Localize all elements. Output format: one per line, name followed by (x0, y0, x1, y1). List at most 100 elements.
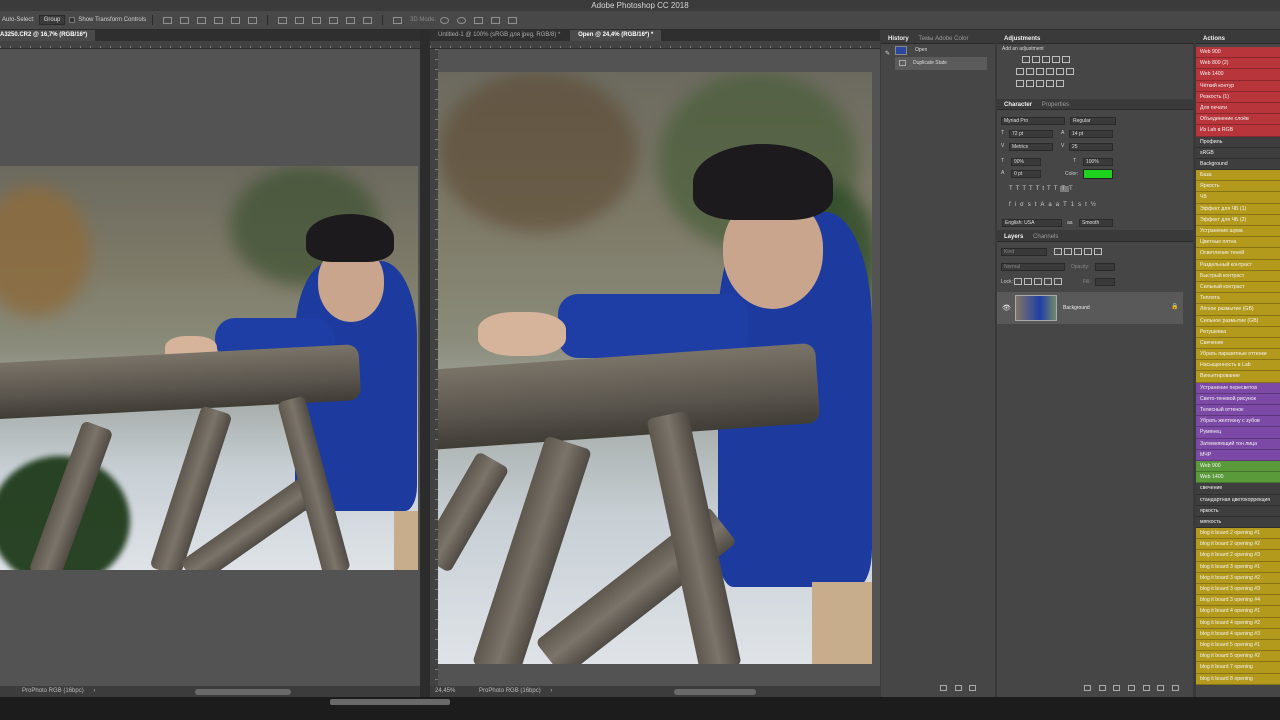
adjustments-title[interactable]: Adjustments (1000, 34, 1044, 43)
new-layer-icon[interactable] (1157, 685, 1165, 691)
action-item[interactable]: Web 1400 (1196, 472, 1280, 484)
tab-untitled[interactable]: Untitled-1 @ 100% (sRGB для jpeg, RGB/8)… (430, 30, 568, 41)
blend-mode-dropdown[interactable]: Normal (1001, 263, 1065, 271)
action-item[interactable]: blog it board 3 opening #1 (1196, 561, 1280, 573)
ligatures-icon[interactable]: fi (1009, 202, 1020, 208)
eye-icon[interactable]: 👁 (1002, 304, 1011, 312)
align-vcenter-icon[interactable] (180, 16, 190, 24)
action-item[interactable]: blog it board 2 opening #1 (1196, 528, 1280, 540)
action-item[interactable]: blog it board 4 opening #1 (1196, 606, 1280, 618)
distribute-right-icon[interactable] (363, 16, 373, 24)
action-item[interactable]: Эффект для ЧБ (1) (1196, 203, 1280, 215)
font-style-dropdown[interactable]: Regular (1070, 117, 1116, 125)
add-mask-icon[interactable] (1113, 685, 1121, 691)
gradient-map-icon[interactable] (1046, 80, 1054, 87)
3d-scale-icon[interactable] (508, 16, 518, 24)
action-item[interactable]: blog it board 4 opening #2 (1196, 617, 1280, 629)
levels-icon[interactable] (1032, 56, 1040, 63)
bottom-scroll-track[interactable] (330, 699, 450, 705)
show-transform-checkbox[interactable] (69, 17, 76, 23)
action-item[interactable]: blog it board 7 opening (1196, 662, 1280, 674)
align-right-icon[interactable] (248, 16, 258, 24)
tab-properties[interactable]: Properties (1038, 100, 1073, 109)
align-hcenter-icon[interactable] (231, 16, 241, 24)
vertical-scale-field[interactable]: 90% (1011, 158, 1041, 166)
right-status-zoom[interactable]: 24,45% (435, 688, 455, 694)
titling-alternates-icon[interactable]: T (1063, 202, 1071, 208)
action-item[interactable]: Раздельный контраст (1196, 259, 1280, 271)
3d-pan-icon[interactable] (474, 16, 484, 24)
vibrance-icon[interactable] (1062, 56, 1070, 63)
black-white-icon[interactable] (1036, 68, 1044, 75)
trash-icon[interactable] (969, 685, 977, 691)
font-size-field[interactable]: 72 pt (1009, 130, 1053, 138)
lock-position-icon[interactable] (1034, 278, 1042, 285)
filter-adjustment-icon[interactable] (1064, 248, 1072, 255)
all-caps-icon[interactable]: TT (1022, 186, 1035, 192)
action-item[interactable]: Теплота (1196, 293, 1280, 305)
contextual-alternates-icon[interactable]: σ (1020, 202, 1028, 208)
action-item[interactable]: Затемняющий тон лица (1196, 438, 1280, 450)
action-item[interactable]: blog it board 2 opening #3 (1196, 550, 1280, 562)
3d-slide-icon[interactable] (491, 16, 501, 24)
tracking-field[interactable]: 25 (1069, 143, 1113, 151)
tab-open[interactable]: Open @ 24,4% (RGB/16*) * (570, 30, 662, 41)
filter-pixel-icon[interactable] (1054, 248, 1062, 255)
fill-field[interactable] (1095, 278, 1115, 286)
history-item[interactable]: Duplicate State (895, 57, 987, 70)
action-item[interactable]: blog it board 5 opening #2 (1196, 651, 1280, 663)
3d-roll-icon[interactable] (457, 16, 467, 24)
ordinals-icon[interactable]: 1st (1071, 202, 1091, 208)
action-item[interactable]: blog it board 2 opening #2 (1196, 539, 1280, 551)
fractions-icon[interactable]: ½ (1091, 202, 1100, 208)
lock-image-icon[interactable] (1024, 278, 1032, 285)
exposure-icon[interactable] (1052, 56, 1060, 63)
small-caps-icon[interactable]: Tt (1036, 186, 1047, 192)
camera-icon[interactable] (954, 685, 962, 691)
left-h-scrollbar[interactable] (195, 689, 291, 695)
action-item[interactable]: blog it board 3 opening #3 (1196, 584, 1280, 596)
action-item[interactable]: blog it board 4 opening #3 (1196, 628, 1280, 640)
language-dropdown[interactable]: English: USA (1002, 219, 1062, 227)
channel-mixer-icon[interactable] (1056, 68, 1064, 75)
strikethrough-icon[interactable]: T (1069, 186, 1076, 192)
action-item[interactable]: blog it board 3 opening #4 (1196, 595, 1280, 607)
action-item[interactable]: Объединение слоёв (1196, 114, 1280, 126)
action-item[interactable]: свечение (1196, 483, 1280, 495)
action-item[interactable]: Профиль (1196, 136, 1280, 148)
stylistic-alternates-icon[interactable]: aa (1048, 202, 1063, 208)
action-item[interactable]: стандартная цветокоррекция (1196, 494, 1280, 506)
action-item[interactable]: мягкость (1196, 516, 1280, 529)
opacity-field[interactable] (1095, 263, 1115, 271)
action-item[interactable]: blog it board 8 opening (1196, 673, 1280, 685)
tab-channels[interactable]: Channels (1029, 232, 1062, 241)
auto-align-icon[interactable] (393, 16, 403, 24)
3d-rotate-icon[interactable] (440, 16, 450, 24)
action-item[interactable]: Для печати (1196, 102, 1280, 115)
tab-adobe-color-themes[interactable]: Темы Adobe Color (914, 34, 972, 43)
underline-icon[interactable]: T (1060, 186, 1070, 192)
action-item[interactable]: Резкость (1) (1196, 91, 1280, 103)
actions-title[interactable]: Actions (1199, 34, 1229, 43)
color-lookup-icon[interactable] (1066, 68, 1074, 75)
action-item[interactable]: Свечение (1196, 337, 1280, 350)
leading-field[interactable]: 14 pt (1069, 130, 1113, 138)
action-item[interactable]: Эффект для ЧБ (2) (1196, 214, 1280, 226)
tab-layers[interactable]: Layers (1000, 232, 1027, 241)
tab-character[interactable]: Character (1000, 100, 1036, 109)
layer-row-background[interactable]: 👁 Background 🔒 (997, 292, 1183, 324)
font-family-dropdown[interactable]: Myriad Pro (1001, 117, 1065, 125)
horizontal-scale-field[interactable]: 100% (1083, 158, 1113, 166)
left-photo-canvas[interactable] (0, 166, 418, 570)
lock-transparent-icon[interactable] (1014, 278, 1022, 285)
action-item[interactable]: Румянец (1196, 427, 1280, 439)
action-item[interactable]: Осветление теней (1196, 248, 1280, 260)
antialias-dropdown[interactable]: Smooth (1079, 219, 1113, 227)
action-item[interactable]: Из Lab в RGB (1196, 125, 1280, 137)
action-item[interactable]: Устранение пересветов (1196, 382, 1280, 394)
distribute-left-icon[interactable] (329, 16, 339, 24)
action-item[interactable]: Виньетирование (1196, 371, 1280, 383)
align-top-icon[interactable] (163, 16, 173, 24)
action-item[interactable]: blog it board 3 opening #2 (1196, 572, 1280, 584)
align-bottom-icon[interactable] (197, 16, 207, 24)
